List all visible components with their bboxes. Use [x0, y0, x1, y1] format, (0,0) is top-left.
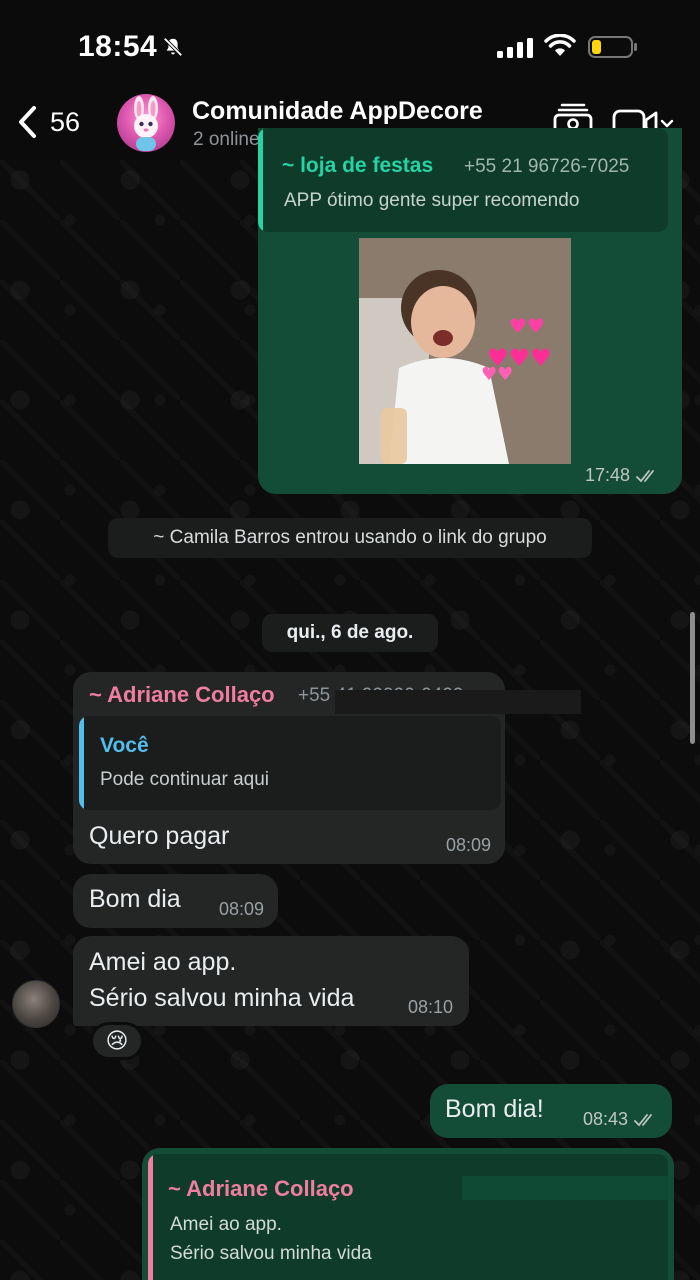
redaction-block: [462, 1176, 668, 1200]
quoted-message[interactable]: Você Pode continuar aqui: [79, 716, 501, 810]
message-text: Bom dia: [89, 885, 181, 913]
group-avatar[interactable]: [117, 94, 175, 152]
quote-phone: +55 21 96726-7025: [464, 156, 630, 177]
group-subtitle: 2 online: [193, 129, 260, 150]
scrollbar-thumb[interactable]: [690, 612, 695, 744]
quote-text: APP ótimo gente super recomendo: [284, 190, 580, 211]
quote-sender: ~ loja de festas: [282, 154, 434, 177]
system-message: ~ Camila Barros entrou usando o link do …: [108, 518, 592, 558]
message-outgoing[interactable]: Bom dia! 08:43: [430, 1084, 672, 1138]
quote-line-2: Sério salvou minha vida: [170, 1243, 372, 1264]
quote-line-1: Amei ao app.: [170, 1214, 282, 1235]
bunny-logo-icon: [134, 96, 158, 151]
avatar[interactable]: [12, 980, 60, 1028]
message-time: 08:10: [407, 997, 453, 1017]
quote-sender: ~ Adriane Collaço: [168, 1176, 354, 1201]
message-meta: 17:48: [585, 465, 660, 486]
message-time: 17:48: [584, 465, 630, 485]
message-time: 08:09: [218, 899, 264, 919]
svg-text:♥♥: ♥♥: [481, 364, 513, 385]
message-text: Quero pagar: [89, 822, 230, 850]
message-line-1: Amei ao app.: [89, 948, 237, 976]
group-title[interactable]: Comunidade AppDecore: [192, 97, 483, 126]
status-time: 18:54: [78, 30, 158, 63]
sticker-image[interactable]: ♥♥ ♥♥♥ ♥♥: [359, 238, 571, 464]
chevron-left-icon: [19, 106, 36, 138]
message-incoming[interactable]: Bom dia 08:09: [73, 874, 278, 928]
sender-name[interactable]: ~ Adriane Collaço: [89, 682, 275, 708]
quote-text: Pode continuar aqui: [100, 769, 270, 790]
quoted-message[interactable]: ~ loja de festas +55 21 96726-7025 APP ó…: [258, 128, 668, 232]
message-meta: 08:43: [583, 1109, 658, 1130]
svg-text:♥♥: ♥♥: [509, 314, 545, 338]
message-outgoing-reply[interactable]: ~ Adriane Collaço Amei ao app. Sério sal…: [142, 1148, 674, 1280]
status-bar: 18:54: [0, 0, 700, 92]
message-outgoing-image[interactable]: ~ loja de festas +55 21 96726-7025 APP ó…: [258, 128, 682, 494]
bell-off-icon: [163, 37, 183, 57]
battery-icon: [588, 36, 637, 58]
signal-icon: [497, 38, 533, 58]
message-incoming[interactable]: Amei ao app. Sério salvou minha vida 08:…: [73, 936, 469, 1026]
message-time: 08:09: [445, 835, 491, 855]
message-time: 08:43: [582, 1109, 628, 1129]
back-button[interactable]: 56: [14, 98, 80, 146]
double-check-icon: [636, 469, 654, 482]
baby-photo: ♥♥ ♥♥♥ ♥♥: [359, 238, 571, 464]
quote-sender: Você: [100, 734, 149, 757]
unread-count: 56: [50, 106, 81, 137]
quoted-message[interactable]: ~ Adriane Collaço Amei ao app. Sério sal…: [148, 1154, 668, 1280]
wifi-icon: [544, 34, 576, 56]
double-check-icon: [634, 1113, 652, 1126]
reaction-badge[interactable]: 😢: [90, 1022, 144, 1060]
message-line-2: Sério salvou minha vida: [89, 984, 355, 1012]
message-incoming-reply[interactable]: ~ Adriane Collaço +55 41 99990-0400 Você…: [73, 672, 581, 864]
message-text: Bom dia!: [445, 1095, 544, 1123]
date-separator: qui., 6 de ago.: [262, 614, 438, 652]
redaction-block: [335, 690, 581, 714]
